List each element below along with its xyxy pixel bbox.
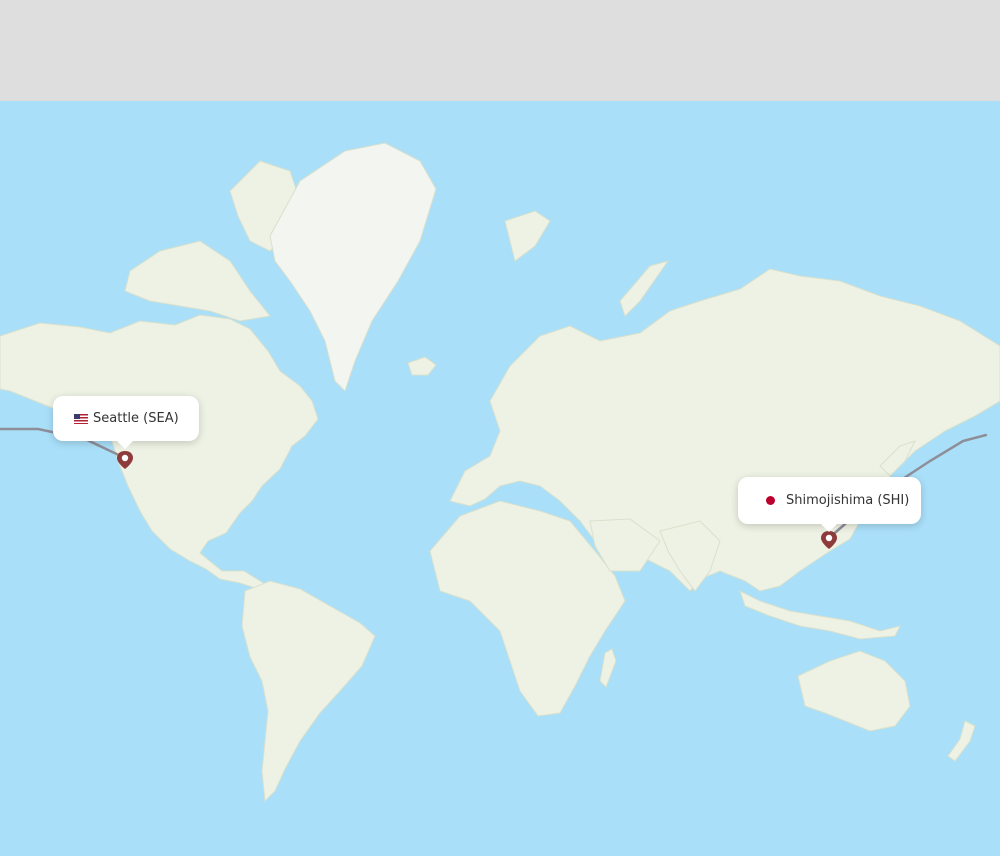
japan-flag-icon: [762, 495, 778, 506]
top-bar: [0, 0, 1000, 101]
destination-airport-label: Shimojishima (SHI): [786, 493, 910, 508]
origin-airport-callout[interactable]: Seattle (SEA): [53, 396, 199, 449]
origin-airport-label: Seattle (SEA): [93, 411, 179, 426]
destination-airport-callout[interactable]: Shimojishima (SHI): [738, 477, 921, 532]
us-flag-icon: [74, 413, 88, 424]
world-map[interactable]: Seattle (SEA) Shimojishima (SHI): [0, 101, 1000, 856]
